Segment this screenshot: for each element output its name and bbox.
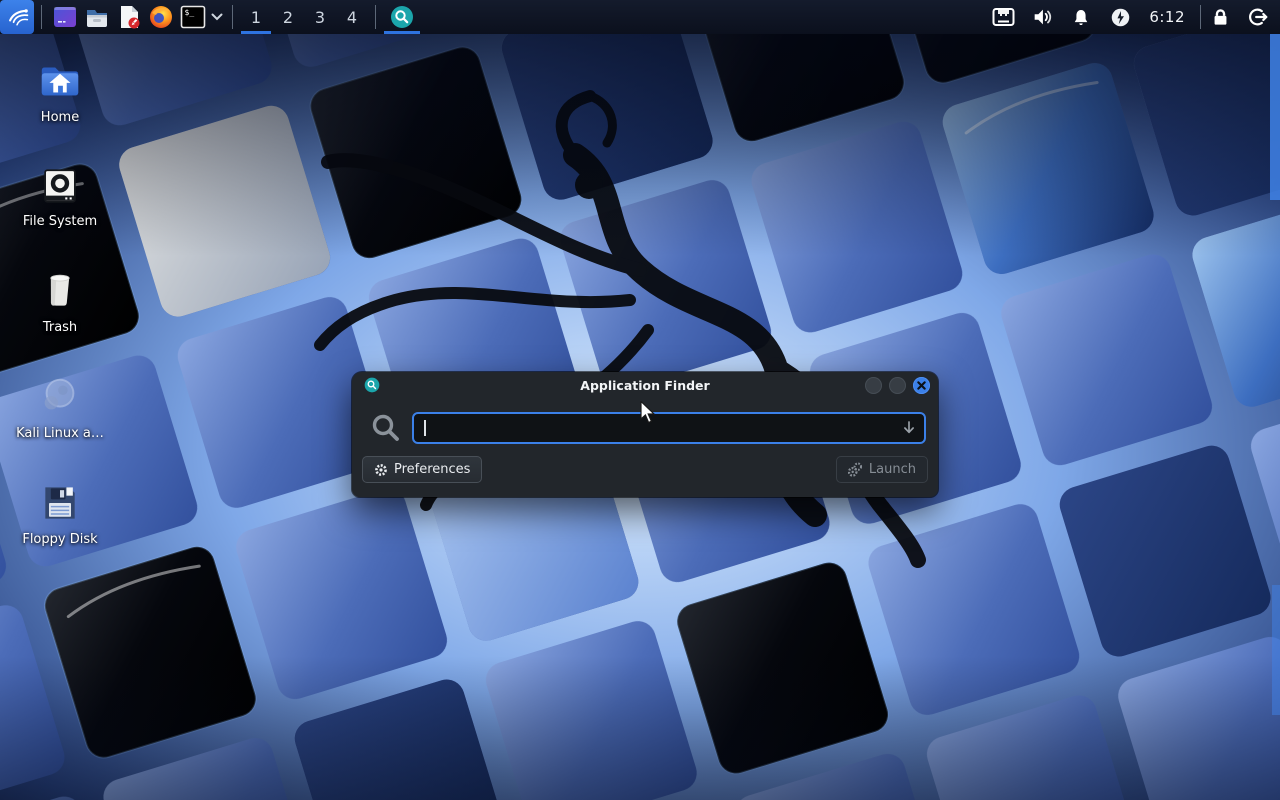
- window-controls: [865, 377, 930, 394]
- kali-dragon-icon: [4, 4, 30, 30]
- notifications-tray[interactable]: [1069, 5, 1093, 29]
- text-editor-icon: [117, 4, 142, 30]
- power-manager-tray[interactable]: [1108, 5, 1132, 29]
- workspace-1[interactable]: 1: [240, 0, 272, 34]
- panel-separator: [232, 5, 233, 29]
- history-dropdown-arrow-icon[interactable]: [900, 419, 918, 437]
- panel-actions: [1208, 5, 1270, 29]
- panel-clock[interactable]: 6:12: [1147, 8, 1187, 26]
- close-icon: [917, 381, 926, 390]
- search-input-wrap: [412, 412, 926, 444]
- logout-button[interactable]: [1246, 5, 1270, 29]
- desktop-icon-label: Home: [12, 110, 108, 125]
- mouse-cursor: [640, 401, 662, 425]
- panel-separator: [41, 5, 42, 29]
- desktop-icon-label: Trash: [12, 320, 108, 335]
- application-finder-icon: [364, 377, 380, 393]
- gear-icon: [374, 463, 388, 477]
- chevron-down-icon: [211, 13, 223, 21]
- close-button[interactable]: [913, 377, 930, 394]
- file-manager-icon: [84, 4, 110, 30]
- workspace-2[interactable]: 2: [272, 0, 304, 34]
- desktop-icon-label: File System: [12, 214, 108, 229]
- panel-separator: [375, 5, 376, 29]
- text-caret: [424, 420, 426, 436]
- terminal-dropdown-chevron[interactable]: [209, 0, 225, 34]
- launcher-terminal[interactable]: $_: [177, 0, 209, 34]
- search-input[interactable]: [412, 412, 926, 444]
- launcher-text-editor[interactable]: [113, 0, 145, 34]
- bell-icon: [1071, 7, 1091, 28]
- hard-disk-icon: [39, 165, 81, 207]
- launcher-file-manager[interactable]: [81, 0, 113, 34]
- volume-icon: [1031, 6, 1053, 28]
- tasklist-application-finder[interactable]: [383, 0, 421, 34]
- desktop-icon-kali-linux[interactable]: Kali Linux a…: [12, 371, 108, 441]
- launcher-firefox[interactable]: [145, 0, 177, 34]
- svg-text:$_: $_: [185, 8, 195, 17]
- preferences-label: Preferences: [394, 462, 470, 477]
- launch-label: Launch: [869, 462, 916, 477]
- desktop-icon-label: Kali Linux a…: [12, 426, 108, 441]
- launch-gears-icon: [848, 462, 863, 477]
- application-finder-window: Application Finder: [352, 372, 938, 497]
- window-title: Application Finder: [352, 372, 938, 398]
- search-icon: [370, 412, 402, 444]
- terminal-icon: $_: [180, 5, 206, 29]
- lock-screen-button[interactable]: [1208, 5, 1232, 29]
- desktop-icon-file-system[interactable]: File System: [12, 159, 108, 229]
- preferences-button[interactable]: Preferences: [362, 456, 482, 483]
- power-manager-icon: [1110, 7, 1131, 28]
- button-row: Preferences Launch: [352, 456, 938, 483]
- workspace-label: 2: [283, 8, 293, 27]
- window-app-icon: [52, 4, 78, 30]
- workspace-label: 1: [251, 8, 261, 27]
- network-port-icon: [992, 7, 1015, 27]
- lock-icon: [1211, 7, 1230, 28]
- desktop-icon-home[interactable]: Home: [12, 55, 108, 125]
- desktop-screen: $_ 1 2 3 4: [0, 0, 1280, 800]
- firefox-icon: [148, 4, 174, 30]
- logout-icon: [1247, 6, 1269, 28]
- maximize-button[interactable]: [889, 377, 906, 394]
- titlebar[interactable]: Application Finder: [352, 372, 938, 398]
- workspace-4[interactable]: 4: [336, 0, 368, 34]
- trash-icon: [38, 269, 82, 313]
- faded-shortcut-icon: [37, 373, 83, 419]
- volume-tray[interactable]: [1030, 5, 1054, 29]
- desktop-icon-trash[interactable]: Trash: [12, 265, 108, 335]
- home-folder-icon: [37, 57, 83, 103]
- minimize-button[interactable]: [865, 377, 882, 394]
- top-panel: $_ 1 2 3 4: [0, 0, 1280, 34]
- workspace-label: 3: [315, 8, 325, 27]
- launcher-window-app[interactable]: [49, 0, 81, 34]
- network-port-tray[interactable]: [991, 5, 1015, 29]
- launch-button[interactable]: Launch: [836, 456, 928, 483]
- workspace-3[interactable]: 3: [304, 0, 336, 34]
- desktop-icon-floppy-disk[interactable]: Floppy Disk: [12, 477, 108, 547]
- applications-menu-button[interactable]: [0, 0, 34, 34]
- floppy-disk-icon: [38, 481, 82, 525]
- panel-separator: [1200, 5, 1201, 29]
- desktop-icon-label: Floppy Disk: [12, 532, 108, 547]
- workspace-label: 4: [347, 8, 357, 27]
- system-tray: 6:12: [991, 5, 1187, 29]
- application-finder-task-icon: [390, 5, 414, 29]
